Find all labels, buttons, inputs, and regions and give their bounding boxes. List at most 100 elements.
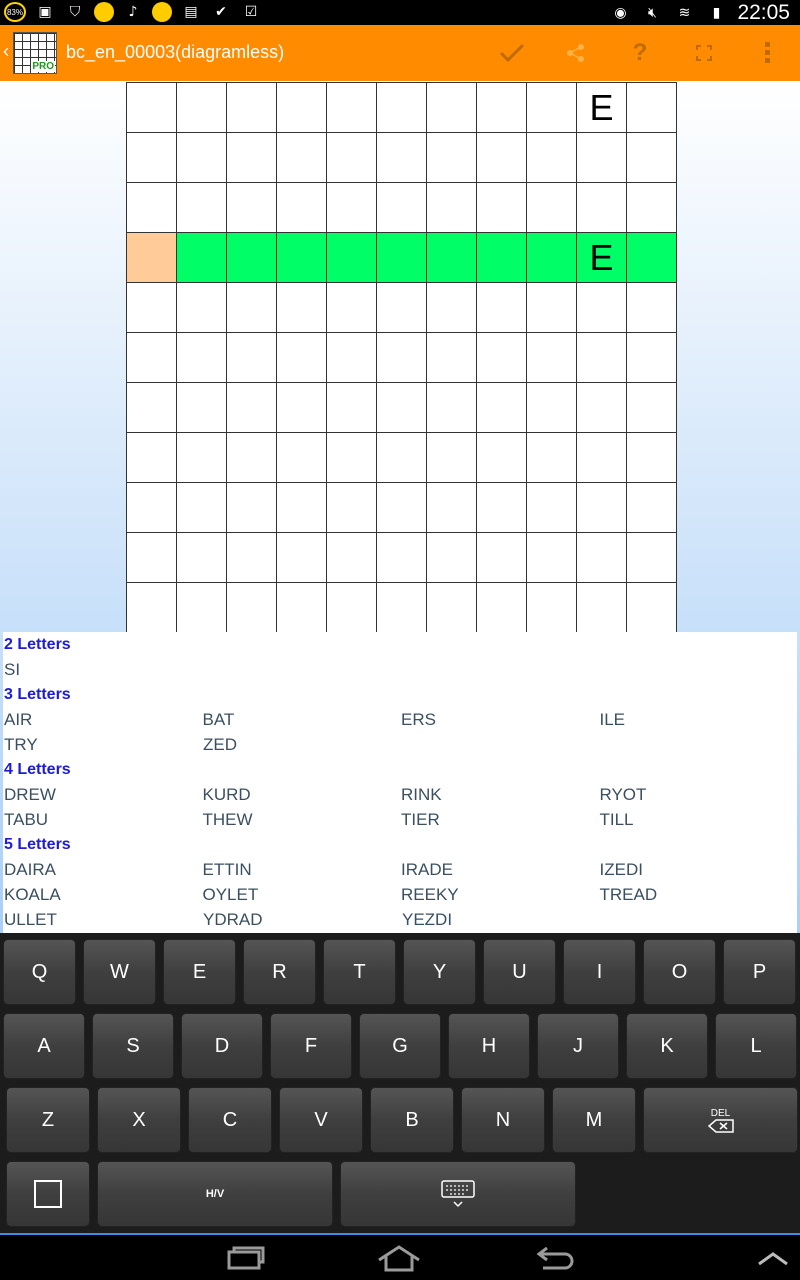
word-item[interactable]: BAT [202,707,401,732]
share-button[interactable] [556,33,596,73]
word-item[interactable]: RINK [400,782,599,807]
key-q[interactable]: Q [3,939,76,1005]
key-y[interactable]: Y [403,939,476,1005]
grid-cell[interactable] [577,333,627,383]
grid-cell[interactable] [177,133,227,183]
key-b[interactable]: B [370,1087,454,1153]
grid-cell[interactable] [527,83,577,133]
grid-cell[interactable] [227,133,277,183]
key-v[interactable]: V [279,1087,363,1153]
key-m[interactable]: M [552,1087,636,1153]
grid-cell[interactable] [427,83,477,133]
word-item[interactable]: ETTIN [202,857,401,882]
key-j[interactable]: J [537,1013,619,1079]
grid-cell[interactable] [377,283,427,333]
key-h[interactable]: H [448,1013,530,1079]
grid-cell[interactable] [177,83,227,133]
key-f[interactable]: F [270,1013,352,1079]
grid-cell[interactable] [177,283,227,333]
grid-cell[interactable] [627,533,677,583]
word-item[interactable]: ILE [599,707,798,732]
grid-cell[interactable] [227,383,277,433]
delete-key[interactable]: DEL [643,1087,798,1153]
key-w[interactable]: W [83,939,156,1005]
grid-cell[interactable] [327,383,377,433]
grid-cell[interactable] [477,433,527,483]
word-item[interactable]: TIER [400,807,599,832]
key-g[interactable]: G [359,1013,441,1079]
key-l[interactable]: L [715,1013,797,1079]
grid-cell[interactable] [127,283,177,333]
key-x[interactable]: X [97,1087,181,1153]
key-u[interactable]: U [483,939,556,1005]
grid-cell[interactable] [427,483,477,533]
grid-cell[interactable] [527,383,577,433]
grid-cell[interactable] [177,583,227,633]
grid-cell[interactable] [627,83,677,133]
grid-cell[interactable] [627,283,677,333]
grid-cell[interactable] [227,283,277,333]
word-item[interactable]: SI [3,657,202,682]
grid-cell[interactable] [427,233,477,283]
grid-cell[interactable] [327,433,377,483]
grid-cell[interactable] [577,483,627,533]
grid-cell[interactable] [577,583,627,633]
key-k[interactable]: K [626,1013,708,1079]
grid-cell[interactable] [277,533,327,583]
word-item[interactable]: REEKY [400,882,599,907]
grid-cell[interactable] [477,383,527,433]
grid-cell[interactable] [177,233,227,283]
grid-cell[interactable] [527,133,577,183]
grid-cell[interactable] [377,233,427,283]
grid-cell[interactable] [277,283,327,333]
grid-cell[interactable] [327,533,377,583]
word-item[interactable]: IZEDI [599,857,798,882]
key-s[interactable]: S [92,1013,174,1079]
grid-cell[interactable] [127,533,177,583]
grid-cell[interactable] [327,483,377,533]
grid-cell[interactable] [227,233,277,283]
grid-cell[interactable] [277,233,327,283]
hide-keyboard-button[interactable] [748,1241,798,1275]
grid-cell[interactable] [627,233,677,283]
grid-cell[interactable]: E [577,233,627,283]
grid-cell[interactable] [227,583,277,633]
grid-cell[interactable] [627,183,677,233]
grid-cell[interactable] [227,183,277,233]
grid-cell[interactable] [277,583,327,633]
word-item[interactable]: DAIRA [3,857,202,882]
check-button[interactable] [492,33,532,73]
word-item[interactable]: ULLET [3,907,202,932]
key-i[interactable]: I [563,939,636,1005]
word-item[interactable]: YEZDI [401,907,600,932]
grid-cell[interactable] [627,333,677,383]
home-button[interactable] [374,1241,424,1275]
grid-cell[interactable] [527,583,577,633]
grid-cell[interactable] [327,233,377,283]
grid-cell[interactable] [427,383,477,433]
grid-cell[interactable] [327,333,377,383]
key-z[interactable]: Z [6,1087,90,1153]
grid-cell[interactable] [477,233,527,283]
grid-cell[interactable] [427,183,477,233]
grid-cell[interactable] [127,133,177,183]
crossword-grid[interactable]: EE [126,82,677,633]
grid-cell[interactable] [227,333,277,383]
grid-cell[interactable] [377,433,427,483]
word-item[interactable]: OYLET [202,882,401,907]
grid-cell[interactable] [577,133,627,183]
grid-cell[interactable] [527,183,577,233]
keyboard-switch-key[interactable] [340,1161,576,1227]
grid-cell[interactable] [277,83,327,133]
key-a[interactable]: A [3,1013,85,1079]
grid-cell[interactable] [127,433,177,483]
grid-cell[interactable] [377,183,427,233]
grid-cell[interactable] [627,383,677,433]
grid-cell[interactable] [227,83,277,133]
grid-cell[interactable] [527,483,577,533]
key-p[interactable]: P [723,939,796,1005]
grid-cell[interactable] [277,183,327,233]
grid-cell[interactable] [577,433,627,483]
grid-cell[interactable] [477,333,527,383]
grid-cell[interactable] [277,383,327,433]
